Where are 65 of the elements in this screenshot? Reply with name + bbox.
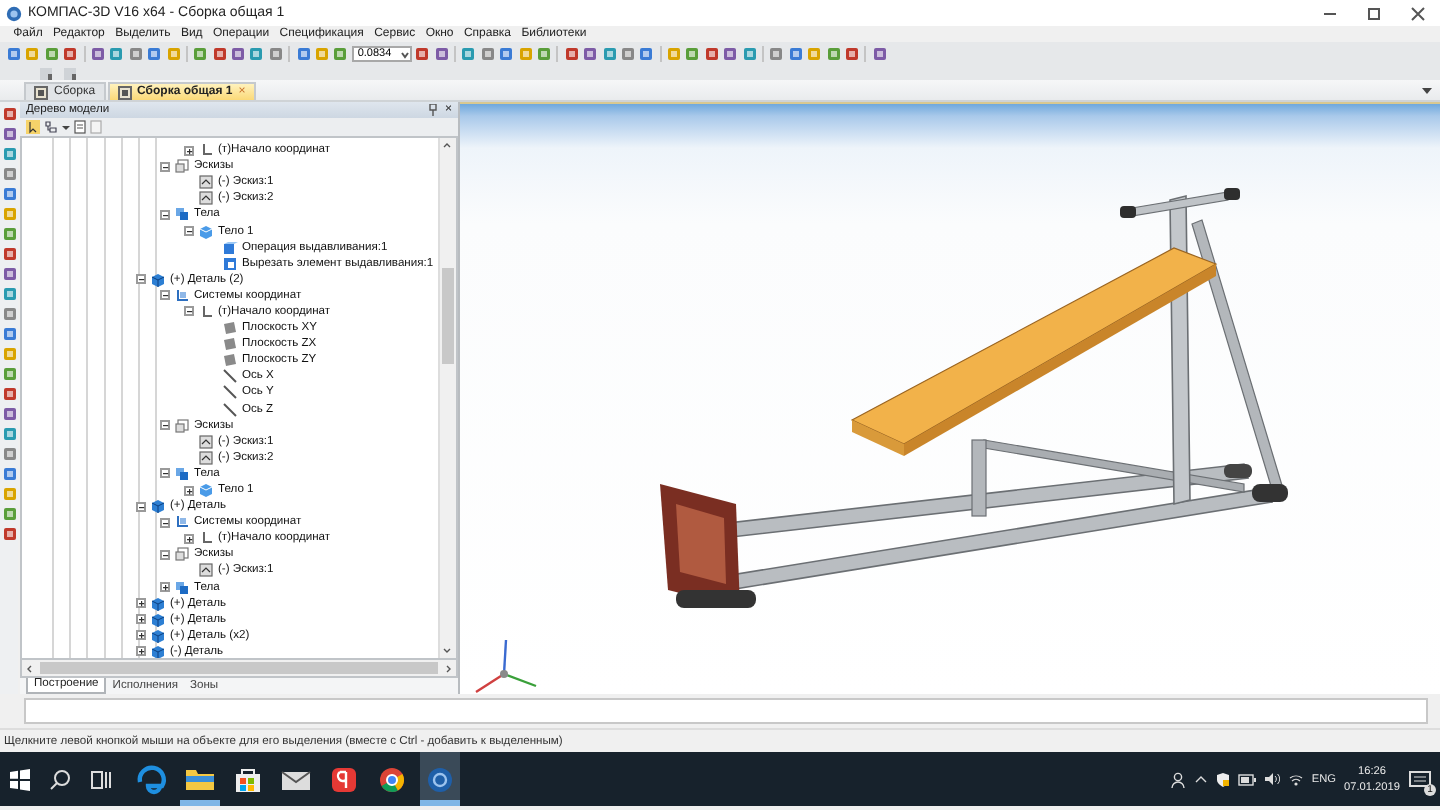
caret-icon — [399, 49, 410, 59]
expand-toggle[interactable] — [184, 306, 194, 317]
sketch-icon — [198, 562, 214, 579]
tree-view-icon[interactable] — [44, 120, 58, 134]
expand-toggle[interactable] — [136, 598, 146, 609]
cursor-icon[interactable] — [26, 120, 40, 134]
expand-toggle[interactable] — [160, 582, 170, 593]
close-icon — [1410, 5, 1426, 21]
cubes-icon — [174, 206, 190, 223]
cube-icon — [222, 239, 238, 256]
expand-toggle[interactable] — [136, 274, 146, 285]
network-icon[interactable] — [1287, 772, 1304, 786]
sketch-folder-icon — [174, 546, 190, 563]
axes-icon — [174, 287, 190, 304]
axis-triad-icon — [475, 639, 537, 693]
sketch-folder-icon — [174, 417, 190, 434]
cube-icon — [150, 498, 166, 515]
expand-toggle[interactable] — [136, 646, 146, 657]
scroll-up-icon[interactable] — [440, 138, 454, 152]
axes-icon — [174, 514, 190, 531]
cube-icon — [198, 482, 214, 499]
caret-icon[interactable] — [1422, 86, 1432, 96]
expand-toggle[interactable] — [136, 501, 146, 512]
expand-toggle[interactable] — [136, 614, 146, 625]
scrollbar-thumb[interactable] — [40, 662, 438, 674]
caret-icon[interactable] — [62, 123, 70, 131]
command-field[interactable] — [24, 698, 1428, 724]
axes-icon — [198, 530, 214, 547]
expand-toggle[interactable] — [160, 549, 170, 560]
scrollbar-thumb[interactable] — [442, 268, 454, 364]
maximize-icon — [1366, 5, 1382, 21]
assembly-icon — [34, 85, 48, 99]
axes-icon — [198, 142, 214, 159]
cubes-icon — [174, 579, 190, 596]
browser-icon — [134, 761, 170, 797]
document-icon[interactable] — [74, 120, 86, 134]
expand-toggle[interactable] — [160, 517, 170, 528]
cube-icon — [198, 223, 214, 240]
cut-icon — [222, 255, 238, 272]
expand-toggle[interactable] — [160, 209, 170, 220]
shield-icon[interactable] — [1215, 771, 1230, 787]
message-icon — [1408, 767, 1432, 791]
person-icon[interactable] — [1169, 771, 1186, 787]
cube-icon — [150, 271, 166, 288]
app-logo-icon — [6, 5, 22, 21]
expand-toggle[interactable] — [184, 533, 194, 544]
expand-toggle[interactable] — [136, 630, 146, 641]
axes-icon — [198, 303, 214, 320]
caret-up-icon[interactable] — [1193, 774, 1208, 784]
battery-icon[interactable] — [1237, 773, 1256, 785]
scroll-down-icon[interactable] — [440, 644, 454, 658]
expand-toggle[interactable] — [160, 468, 170, 479]
expand-toggle[interactable] — [184, 485, 194, 496]
expand-toggle[interactable] — [184, 145, 194, 156]
expand-toggle[interactable] — [160, 290, 170, 301]
sketch-folder-icon — [174, 158, 190, 175]
scroll-right-icon[interactable] — [442, 661, 456, 675]
cubes-icon — [174, 465, 190, 482]
speaker-icon[interactable] — [1263, 772, 1280, 786]
expand-toggle[interactable] — [160, 161, 170, 172]
expand-toggle[interactable] — [160, 420, 170, 431]
scroll-left-icon[interactable] — [22, 661, 36, 675]
expand-toggle[interactable] — [184, 226, 194, 237]
pin-icon[interactable] — [428, 104, 439, 116]
assembly-icon — [117, 85, 132, 99]
